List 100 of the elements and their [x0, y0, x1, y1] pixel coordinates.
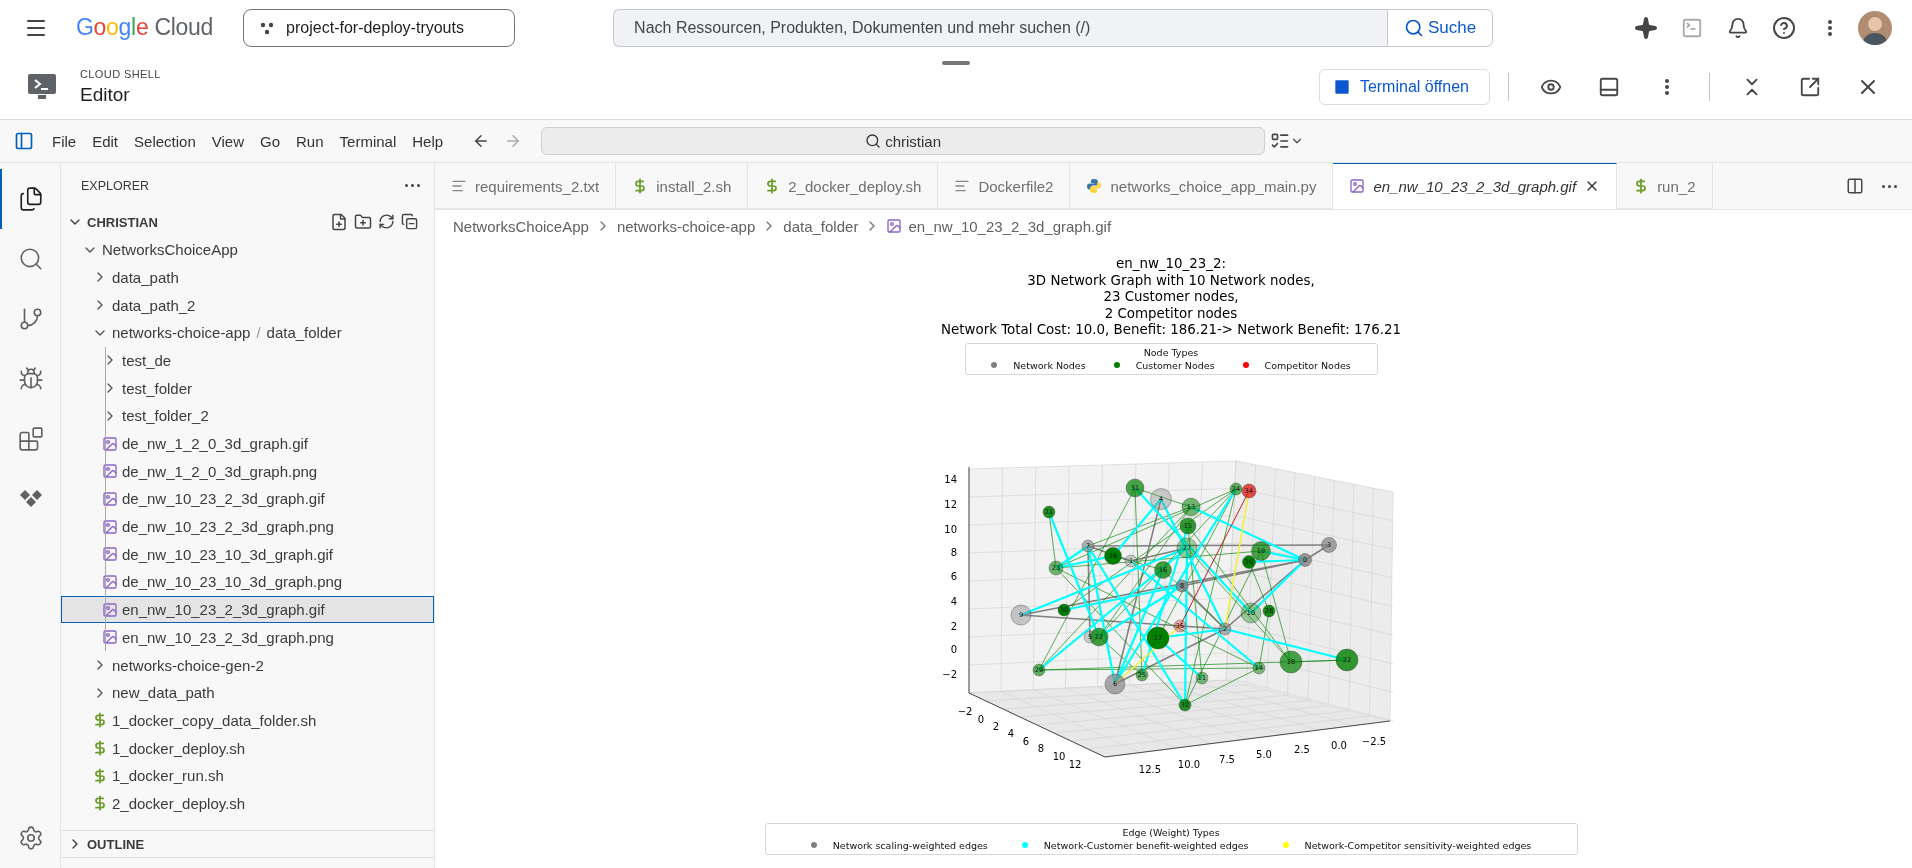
menu-item[interactable]: View — [203, 126, 252, 156]
menu-item[interactable]: Selection — [126, 126, 204, 156]
explorer-folder-entry[interactable]: data_path_2 — [61, 291, 434, 319]
editor-tab[interactable]: Dockerfile2 — [938, 163, 1071, 209]
breadcrumb-item[interactable]: NetworksChoiceApp — [451, 217, 591, 235]
editor-tab[interactable]: networks_choice_app_main.py — [1070, 163, 1334, 209]
editor-tab[interactable]: 2_docker_deploy.sh — [748, 163, 939, 209]
command-center[interactable]: christian — [541, 127, 1266, 155]
explorer-folder-entry[interactable]: NetworksChoiceApp — [61, 235, 434, 264]
editor-tab[interactable]: install_2.sh — [616, 163, 749, 209]
axis-tick-label: −2 — [957, 705, 973, 717]
explorer-file-entry[interactable]: 1_docker_copy_data_folder.sh — [61, 706, 434, 735]
breadcrumb-item[interactable]: data_folder — [781, 217, 861, 235]
axis-tick-label: 12.5 — [1138, 763, 1162, 775]
axis-tick-label: 14 — [944, 473, 957, 485]
item-label: 2_docker_deploy.sh — [112, 794, 246, 812]
project-selector[interactable]: project-for-deploy-tryouts — [243, 8, 516, 47]
explorer-folder-entry[interactable]: test_de — [61, 346, 434, 375]
editor-tab[interactable]: run_2 — [1617, 163, 1713, 209]
breadcrumb-item[interactable]: en_nw_10_23_2_3d_graph.gif — [884, 217, 1114, 235]
outline-section-header[interactable]: OUTLINE — [61, 830, 434, 857]
search-button[interactable]: Suche — [1387, 8, 1494, 47]
menu-item[interactable]: Run — [288, 126, 332, 156]
axis-tick-label: 5.0 — [1256, 748, 1272, 760]
menu-item[interactable]: Go — [252, 126, 288, 156]
explorer-file-entry[interactable]: de_nw_1_2_0_3d_graph.gif — [61, 429, 434, 458]
menu-item[interactable]: Help — [404, 126, 452, 156]
axis-tick-label: 2.5 — [1294, 743, 1310, 755]
menu-item[interactable]: Edit — [84, 126, 127, 156]
editor-tab[interactable]: en_nw_10_23_2_3d_graph.gif — [1333, 163, 1618, 209]
axis-tick-label: 8 — [1037, 742, 1045, 754]
item-label: 1_docker_deploy.sh — [112, 739, 246, 757]
item-label: NetworksChoiceApp — [102, 241, 238, 259]
editor-tab[interactable]: requirements_2.txt — [435, 163, 617, 209]
axis-tick-label: 0 — [950, 643, 957, 655]
explorer-file-entry[interactable]: 1_docker_run.sh — [61, 761, 434, 790]
axis-tick-label: 10 — [1052, 750, 1066, 762]
graph-title: en_nw_10_23_2: — [1115, 256, 1227, 273]
item-label: data_folder — [266, 324, 342, 342]
explorer-file-entry[interactable]: en_nw_10_23_2_3d_graph.gif — [61, 595, 434, 624]
item-label: de_nw_10_23_2_3d_graph.gif — [122, 490, 325, 508]
item-label: test_de — [122, 351, 172, 369]
legend-title: Edge (Weight) Types — [1122, 826, 1220, 838]
axis-tick-label: −2 — [942, 668, 957, 680]
item-label: en_nw_10_23_2_3d_graph.gif — [122, 601, 325, 619]
legend-label: Competitor Nodes — [1264, 359, 1351, 371]
item-label: de_nw_10_23_10_3d_graph.png — [122, 573, 343, 591]
item-label: en_nw_10_23_2_3d_graph.png — [122, 628, 334, 646]
axis-tick-label: 10.0 — [1177, 758, 1201, 770]
axis-tick-label: −2.5 — [1361, 735, 1387, 747]
menu-item[interactable]: Terminal — [331, 126, 405, 156]
axis-tick-label: 8 — [950, 546, 957, 558]
explorer-folder-entry[interactable]: test_folder_2 — [61, 402, 434, 430]
explorer-file-entry[interactable]: 2_docker_deploy.sh — [61, 789, 434, 818]
axis-tick-label: 10 — [944, 523, 957, 535]
workspace-header[interactable]: CHRISTIAN — [61, 208, 172, 236]
search-field[interactable]: Nach Ressourcen, Produkten, Dokumenten und mehr suchen (/) — [613, 8, 1388, 47]
item-label: test_folder — [122, 379, 193, 397]
explorer-folder-entry[interactable]: networks-choice-app / data_folder — [61, 318, 434, 347]
item-label: data_path — [112, 268, 179, 286]
google-cloud-logo[interactable]: Google Cloud — [76, 14, 214, 41]
item-label: networks-choice-app — [112, 324, 251, 342]
explorer-file-entry[interactable]: de_nw_10_23_2_3d_graph.png — [61, 512, 434, 541]
legend-label: Network scaling-weighted edges — [832, 839, 988, 851]
explorer-file-entry[interactable]: 1_docker_deploy.sh — [61, 734, 434, 762]
explorer-folder-entry[interactable]: networks-choice-gen-2 — [61, 651, 434, 679]
graph-title: 2 Competitor nodes — [1104, 305, 1238, 322]
axis-tick-label: 7.5 — [1219, 753, 1235, 765]
item-label: de_nw_10_23_10_3d_graph.gif — [122, 545, 334, 563]
legend-label: Network Nodes — [1013, 359, 1086, 371]
item-label: new_data_path — [112, 684, 215, 702]
graph-title: 23 Customer nodes, — [1103, 289, 1239, 306]
legend-label: Customer Nodes — [1135, 359, 1215, 371]
axis-tick-label: 4 — [950, 595, 957, 607]
explorer-file-entry[interactable]: de_nw_10_23_2_3d_graph.gif — [61, 485, 434, 513]
explorer-file-entry[interactable]: de_nw_10_23_10_3d_graph.gif — [61, 540, 434, 569]
menu-item[interactable]: File — [44, 126, 85, 156]
open-terminal-button[interactable]: Terminal öffnen — [1318, 69, 1490, 105]
graph-title: Network Total Cost: 10.0, Benefit: 186.21-> Network Benefit: 176.21 — [941, 322, 1401, 339]
item-label: de_nw_10_23_2_3d_graph.png — [122, 518, 334, 536]
explorer-title: EXPLORER — [81, 178, 150, 193]
explorer-folder-entry[interactable]: data_path — [61, 263, 434, 292]
axis-tick-label: 2 — [992, 720, 1000, 732]
axis-tick-label: 6 — [1022, 735, 1030, 747]
explorer-file-entry[interactable]: de_nw_10_23_10_3d_graph.png — [61, 568, 434, 596]
axis-tick-label: 12 — [944, 498, 957, 510]
breadcrumb-item[interactable]: networks-choice-app — [614, 217, 758, 235]
cloud-shell-label: CLOUD SHELL — [80, 68, 161, 80]
item-label: 1_docker_run.sh — [112, 767, 224, 785]
explorer-file-entry[interactable]: en_nw_10_23_2_3d_graph.png — [61, 623, 434, 652]
explorer-folder-entry[interactable]: test_folder — [61, 374, 434, 402]
explorer-file-entry[interactable]: de_nw_1_2_0_3d_graph.png — [61, 457, 434, 486]
graph-title: 3D Network Graph with 10 Network nodes, — [1027, 272, 1315, 289]
item-label: de_nw_1_2_0_3d_graph.gif — [122, 435, 308, 452]
legend-label: Network-Customer benefit-weighted edges — [1043, 839, 1249, 851]
axis-tick-label: 6 — [950, 570, 957, 582]
item-label: 1_docker_copy_data_folder.sh — [112, 711, 317, 729]
axis-tick-label: 0.0 — [1331, 739, 1347, 751]
explorer-folder-entry[interactable]: new_data_path — [61, 678, 434, 707]
axis-tick-label: 0 — [977, 713, 985, 725]
